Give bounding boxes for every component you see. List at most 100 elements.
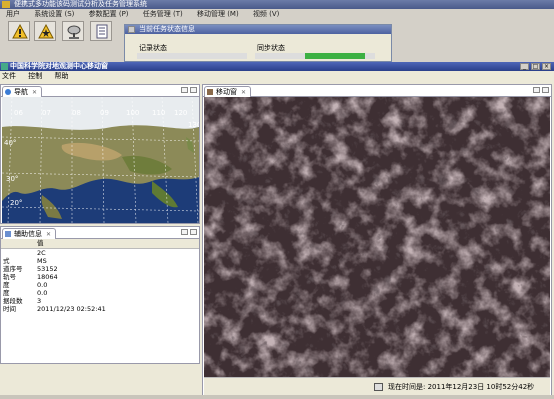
bg-menu-params[interactable]: 参数配置 (P) (89, 10, 129, 18)
row-key: 度 (3, 281, 10, 289)
aux-info-panel: 辅助信息 ✕ 值 2C 式 MS 道序号 53152 轨号 18064 度 0.0 度 0.… (0, 226, 200, 364)
background-window-titlebar: 便携式多功能该码测试分析及任务管理系统 (0, 0, 554, 9)
main-window-title: 中国科学院对地观测中心移动窗 (10, 62, 108, 70)
panel-maximize-icon[interactable] (190, 87, 197, 93)
lon-label: 09 (100, 109, 109, 117)
menu-file[interactable]: 文件 (2, 72, 16, 80)
panel-maximize-icon[interactable] (190, 229, 197, 235)
lon-label: 120 (174, 109, 187, 117)
bg-menu-mobile[interactable]: 移动管理 (M) (197, 10, 239, 18)
row-key: 轨号 (3, 273, 16, 281)
taskbar (0, 395, 554, 399)
menu-help[interactable]: 帮助 (54, 72, 68, 80)
background-window-title: 便携式多功能该码测试分析及任务管理系统 (14, 0, 147, 8)
close-button[interactable]: × (542, 63, 551, 70)
tab-navigation[interactable]: 导航 ✕ (2, 86, 43, 97)
task-status-dialog-title: 当前任务状态信息 (139, 25, 195, 33)
satellite-dish-button[interactable] (62, 21, 84, 41)
row-key: 据段数 (3, 297, 23, 305)
lon-label: 08 (72, 109, 81, 117)
sync-status-fill (305, 53, 365, 59)
task-status-dialog: 当前任务状态信息 记录状态 同步状态 (124, 24, 392, 62)
lon-label: 07 (42, 109, 51, 117)
row-key: 度 (3, 289, 10, 297)
main-app-icon (1, 63, 8, 70)
row-value: 3 (37, 297, 42, 305)
value-header: 值 (37, 239, 44, 247)
maximize-button[interactable]: □ (531, 63, 540, 70)
document-icon (96, 24, 108, 39)
lon-label: 06 (14, 109, 23, 117)
tab-mobile-window-close-icon[interactable]: ✕ (241, 89, 246, 96)
table-header: 值 (1, 239, 199, 249)
lat-label: 20° (10, 199, 22, 207)
warning-icon (12, 24, 28, 39)
row-value: 2011/12/23 02:52:41 (37, 305, 106, 313)
document-button[interactable] (90, 21, 112, 41)
warning-button[interactable] (8, 21, 30, 41)
sync-status-track (255, 53, 375, 59)
sync-status-label: 同步状态 (257, 44, 285, 52)
background-menubar: 用户 系统设置 (S) 参数配置 (P) 任务管理 (T) 移动管理 (M) 视… (0, 9, 554, 19)
satellite-image-view[interactable] (204, 97, 550, 377)
current-time-text: 现在时间是: 2011年12月23日 10时52分42秒 (388, 383, 535, 391)
tab-aux-info-close-icon[interactable]: ✕ (46, 231, 51, 238)
row-value: 0.0 (37, 281, 48, 289)
image-icon (207, 89, 213, 95)
terrain-shadow (204, 97, 550, 377)
bg-menu-task[interactable]: 任务管理 (T) (143, 10, 183, 18)
tab-mobile-window-label: 移动窗 (216, 88, 237, 96)
panel-minimize-icon[interactable] (533, 87, 540, 93)
task-status-dialog-titlebar: 当前任务状态信息 (125, 25, 391, 34)
tab-aux-info[interactable]: 辅助信息 ✕ (2, 228, 57, 239)
warning-star-button[interactable] (34, 21, 56, 41)
mobile-status-bar: 现在时间是: 2011年12月23日 10时52分42秒 (204, 377, 550, 396)
row-key: 时间 (3, 305, 16, 313)
tab-navigation-close-icon[interactable]: ✕ (32, 89, 37, 96)
info-icon (5, 231, 11, 237)
row-value: 2C (37, 249, 46, 257)
table-row[interactable]: 式 MS (1, 257, 199, 265)
table-row[interactable]: 度 0.0 (1, 289, 199, 297)
record-status-bar (137, 53, 247, 59)
lat-label: 40° (4, 139, 16, 147)
clock-icon (374, 383, 383, 391)
tab-navigation-label: 导航 (14, 88, 28, 96)
mobile-window-tabbar: 移动窗 ✕ (203, 85, 551, 97)
navigation-globe-map[interactable]: 06 07 08 09 100 110 120 130 40° 30° 20° (2, 97, 199, 223)
table-row[interactable]: 度 0.0 (1, 281, 199, 289)
satellite-dish-icon (67, 25, 81, 39)
bg-menu-video[interactable]: 视频 (V) (253, 10, 279, 18)
navigation-tabbar: 导航 ✕ (1, 85, 199, 97)
row-value: MS (37, 257, 47, 265)
lat-label: 30° (6, 175, 18, 183)
menu-control[interactable]: 控制 (28, 72, 42, 80)
bg-menu-user[interactable]: 用户 (6, 10, 20, 18)
table-row[interactable]: 2C (1, 249, 199, 257)
app-icon (2, 1, 10, 8)
table-row[interactable]: 时间 2011/12/23 02:52:41 (1, 305, 199, 313)
lon-label: 100 (126, 109, 139, 117)
row-value: 53152 (37, 265, 58, 273)
row-value: 18064 (37, 273, 58, 281)
table-row[interactable]: 据段数 3 (1, 297, 199, 305)
minimize-button[interactable]: _ (520, 63, 529, 70)
panel-minimize-icon[interactable] (181, 229, 188, 235)
aux-info-tabbar: 辅助信息 ✕ (1, 227, 199, 239)
panel-maximize-icon[interactable] (542, 87, 549, 93)
globe-icon (5, 89, 11, 95)
bg-menu-system[interactable]: 系统设置 (S) (34, 10, 74, 18)
dialog-icon (128, 26, 135, 33)
lon-label: 130 (188, 121, 199, 129)
warning-star-icon (38, 24, 54, 39)
row-key: 道序号 (3, 265, 23, 273)
tab-mobile-window[interactable]: 移动窗 ✕ (204, 86, 252, 97)
panel-minimize-icon[interactable] (181, 87, 188, 93)
lon-label: 110 (152, 109, 165, 117)
record-status-label: 记录状态 (139, 44, 167, 52)
navigation-panel: 导航 ✕ 06 07 08 09 100 110 120 13 40° 30° … (0, 84, 200, 224)
row-key: 式 (3, 257, 10, 265)
table-row[interactable]: 道序号 53152 (1, 265, 199, 273)
table-row[interactable]: 轨号 18064 (1, 273, 199, 281)
tab-aux-info-label: 辅助信息 (14, 230, 42, 238)
